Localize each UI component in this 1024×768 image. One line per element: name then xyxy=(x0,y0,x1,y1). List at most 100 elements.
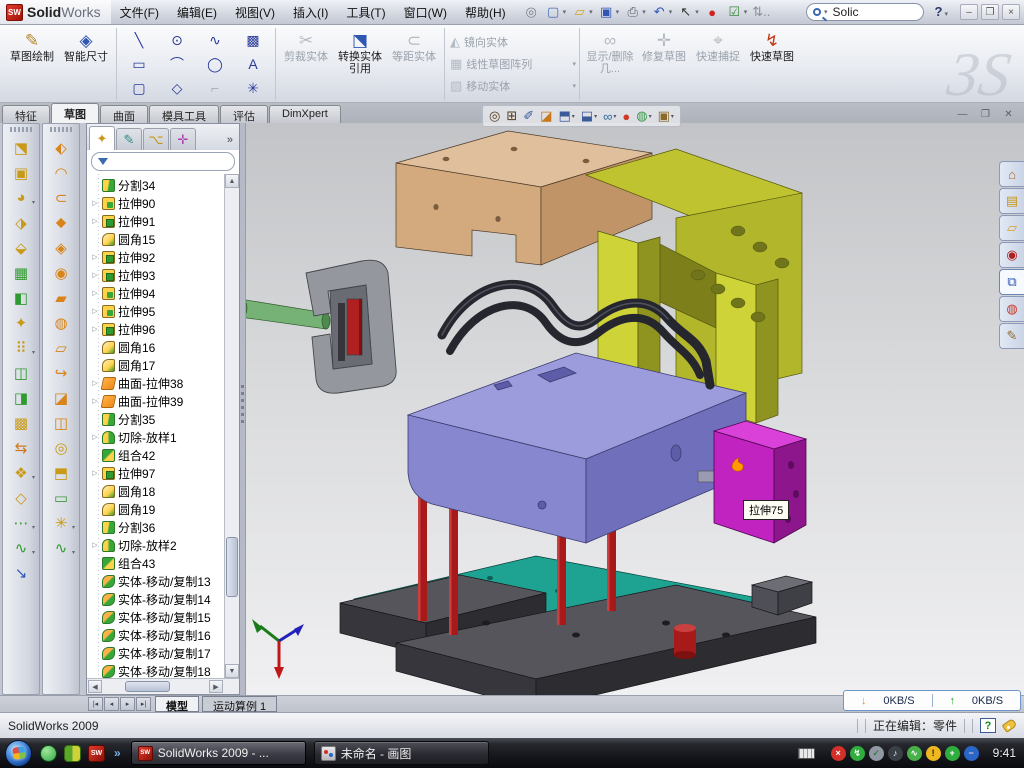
combine-feature-icon[interactable]: ▩ xyxy=(8,410,34,435)
swept-feature-icon[interactable]: ⬙ xyxy=(8,235,34,260)
antivirus-tray-icon[interactable]: × xyxy=(831,746,846,761)
close-button[interactable]: × xyxy=(1002,4,1020,20)
tree-horizontal-scrollbar[interactable]: ◀ ▶ xyxy=(87,678,239,694)
tree-item[interactable]: ▷ 圆角15 xyxy=(91,230,239,248)
split-feature-icon[interactable]: ◨ xyxy=(8,385,34,410)
rapid-sketch-button[interactable]: ↯快速草图 xyxy=(745,28,799,100)
sync-blocked-tray-icon[interactable]: − xyxy=(964,746,979,761)
solidworks-quick-icon[interactable]: SW xyxy=(88,745,105,762)
tree-item[interactable]: ▷ 曲面-拉伸39 xyxy=(91,392,239,410)
tree-item[interactable]: ▷ 切除-放样2 xyxy=(91,536,239,554)
tree-vertical-scrollbar[interactable]: ▲ ▼ xyxy=(224,174,239,678)
pin-icon[interactable]: ◎ xyxy=(521,2,542,23)
scroll-down-arrow[interactable]: ▼ xyxy=(225,664,239,678)
shell-feature-icon[interactable]: ▦ xyxy=(8,260,34,285)
expand-arrow-icon[interactable]: ▷ xyxy=(91,217,99,225)
taskbar-button[interactable]: 未命名 - 画图 xyxy=(314,741,489,765)
select-cursor-icon[interactable]: ↖ xyxy=(675,2,701,23)
tab-nav-button[interactable]: ▸ xyxy=(120,697,135,711)
repair-sketch-button[interactable]: ✛修复草图 xyxy=(637,28,691,100)
tree-item[interactable]: ▷ 实体-移动/复制15 xyxy=(91,608,239,626)
menu-item[interactable]: 视图(V) xyxy=(226,0,284,24)
scroll-up-arrow[interactable]: ▲ xyxy=(225,174,239,188)
graphics-viewport[interactable]: 拉伸75 ⌂▤▱◉⧉◍✎ xyxy=(245,123,1024,695)
dimxpert-manager-tab[interactable]: ✛ xyxy=(170,128,196,150)
boss-extrude-icon[interactable]: ⬔ xyxy=(8,135,34,160)
quick-tips-button[interactable]: ? xyxy=(980,718,996,733)
scroll-left-arrow[interactable]: ◀ xyxy=(88,680,102,693)
quick-launch-chevron-icon[interactable]: » xyxy=(114,746,121,760)
doc-minimize-button[interactable]: — xyxy=(953,107,972,122)
input-method-keyboard-icon[interactable] xyxy=(798,748,815,759)
minimize-button[interactable]: – xyxy=(960,4,978,20)
tab-nav-button[interactable]: |◂ xyxy=(88,697,103,711)
tree-filter-input[interactable] xyxy=(91,152,235,171)
doc-close-button[interactable]: ✕ xyxy=(999,107,1018,122)
document-tab[interactable]: 运动算例 1 xyxy=(202,696,277,712)
messenger-quick-icon[interactable] xyxy=(40,745,57,762)
print-icon[interactable]: ⎙ xyxy=(622,2,648,23)
start-button[interactable] xyxy=(5,740,32,767)
convert-entities-button[interactable]: ⬔转换实体引用 xyxy=(333,28,387,100)
tree-item[interactable]: ▷ 拉伸97 xyxy=(91,464,239,482)
move-entities-button[interactable]: ▧移动实体 xyxy=(448,76,576,96)
ellipse-icon[interactable]: ◯ xyxy=(196,52,234,76)
doc-restore-button[interactable]: ❐ xyxy=(976,107,995,122)
trim-entities-button[interactable]: ✂剪裁实体 xyxy=(279,28,333,100)
tree-item[interactable]: ▷ 实体-移动/复制14 xyxy=(91,590,239,608)
expand-arrow-icon[interactable]: ▷ xyxy=(91,307,99,315)
linear-pattern-icon[interactable]: ⠿ xyxy=(8,335,34,360)
options-icon[interactable]: ☑ xyxy=(724,2,750,23)
tree-item[interactable]: ▷ 圆角16 xyxy=(91,338,239,356)
menu-item[interactable]: 窗口(W) xyxy=(395,0,456,24)
tree-item[interactable]: ▷ 圆角17 xyxy=(91,356,239,374)
command-tab[interactable]: 模具工具 xyxy=(149,105,219,123)
tree-item[interactable]: ▷ 实体-移动/复制13 xyxy=(91,572,239,590)
property-manager-tab[interactable]: ✎ xyxy=(116,128,142,150)
expand-arrow-icon[interactable]: ▷ xyxy=(91,325,99,333)
tree-item[interactable]: ▷ 分割34 xyxy=(91,176,239,194)
chevron-right-icon[interactable]: » xyxy=(227,134,237,150)
tree-item[interactable]: ▷ 拉伸94 xyxy=(91,284,239,302)
instant3d-icon[interactable]: ↘ xyxy=(8,560,34,585)
document-tab[interactable]: 模型 xyxy=(155,696,199,712)
revolved-surface-icon[interactable]: ◠ xyxy=(48,160,74,185)
tree-item[interactable]: ▷ 拉伸91 xyxy=(91,212,239,230)
menu-item[interactable]: 编辑(E) xyxy=(168,0,226,24)
view-settings-icon[interactable]: ▣ xyxy=(656,106,676,126)
feature-manager-tab[interactable]: ✦ xyxy=(89,126,115,150)
menu-item[interactable]: 工具(T) xyxy=(337,0,394,24)
quick-snaps-button[interactable]: ⌖快速捕捉 xyxy=(691,28,745,100)
thicken-icon[interactable]: ⬒ xyxy=(48,460,74,485)
tree-item[interactable]: ▷ 拉伸90 xyxy=(91,194,239,212)
zoom-area-icon[interactable]: ⊞ xyxy=(504,106,519,126)
rectangle-icon[interactable]: ▭ xyxy=(120,52,158,76)
security-shield-tray-icon[interactable]: ↯ xyxy=(850,746,865,761)
delete-face-icon[interactable]: ◍ xyxy=(48,310,74,335)
draft-feature-icon[interactable]: ◧ xyxy=(8,285,34,310)
filled-surface-icon[interactable]: ◈ xyxy=(48,235,74,260)
toolbar-drag-handle[interactable] xyxy=(10,127,32,132)
expand-arrow-icon[interactable]: ▷ xyxy=(91,199,99,207)
line-icon[interactable]: ╲ xyxy=(120,28,158,52)
untrim-surface-icon[interactable]: ◫ xyxy=(48,410,74,435)
tree-item[interactable]: ▷ 实体-移动/复制17 xyxy=(91,644,239,662)
expand-arrow-icon[interactable]: ▷ xyxy=(91,433,99,441)
circle-icon[interactable]: ⊙ xyxy=(158,28,196,52)
arc-icon[interactable]: ⌒ xyxy=(158,52,196,76)
tree-item[interactable]: ▷ 实体-移动/复制18 xyxy=(91,662,239,678)
search-box[interactable]: ▾ xyxy=(806,3,924,21)
point-tool-icon[interactable]: ✳ xyxy=(48,510,74,535)
magic-wand-icon[interactable]: ✐ xyxy=(521,106,536,126)
menu-item[interactable]: 文件(F) xyxy=(111,0,168,24)
expand-arrow-icon[interactable]: ▷ xyxy=(91,253,99,261)
tree-item[interactable]: ▷ 拉伸95 xyxy=(91,302,239,320)
alert-tray-icon[interactable]: ! xyxy=(926,746,941,761)
undo-icon[interactable]: ↶ xyxy=(649,2,675,23)
revolve-feature-icon[interactable]: ⬗ xyxy=(8,210,34,235)
command-tab[interactable]: 曲面 xyxy=(100,105,148,123)
reference-plane-icon[interactable]: ◇ xyxy=(8,485,34,510)
polygon-icon[interactable]: ◇ xyxy=(158,76,196,100)
toolbar-overflow-icon[interactable]: ⇅.. xyxy=(750,2,771,23)
move-copy-body-icon[interactable]: ⇆ xyxy=(8,435,34,460)
